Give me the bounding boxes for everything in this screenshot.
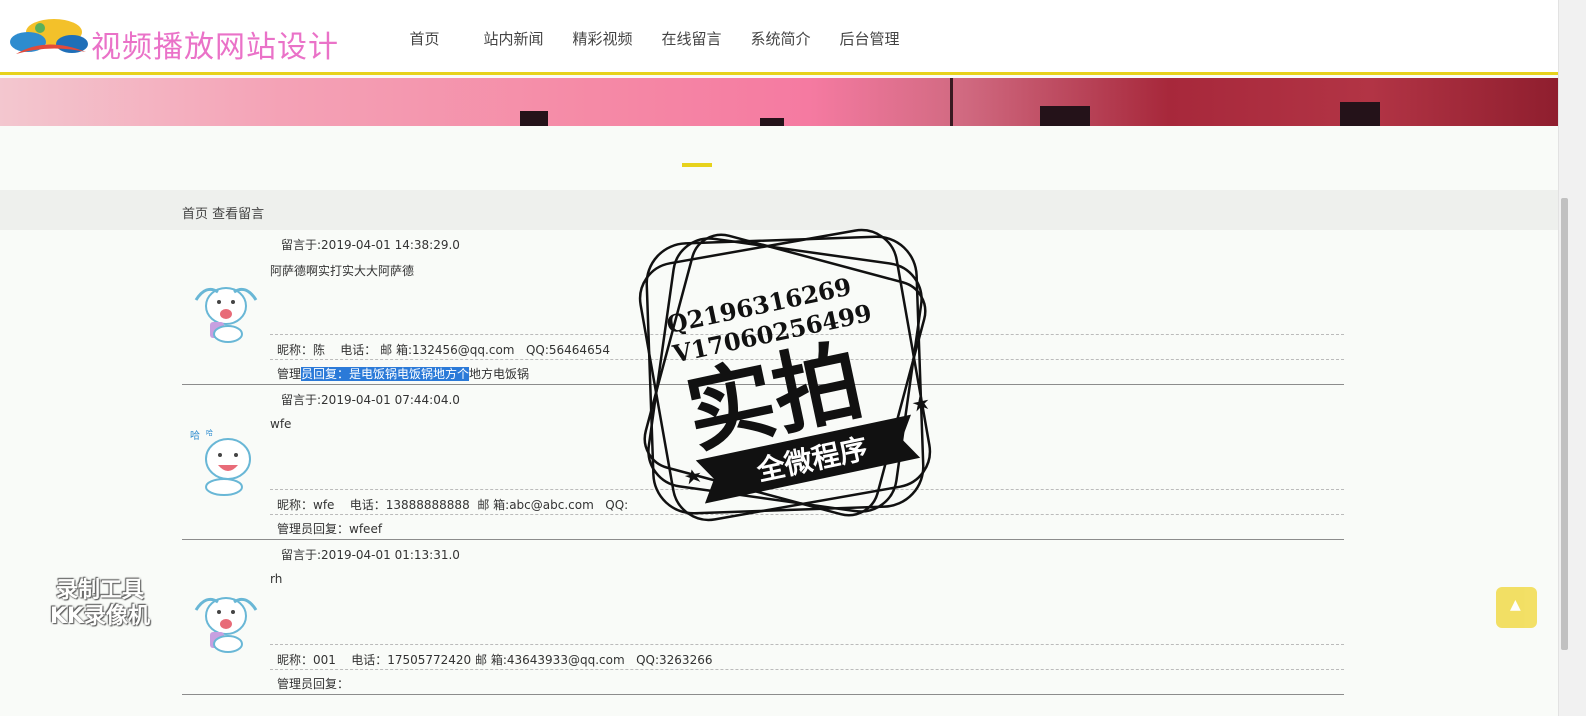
qq-value: 56464654 <box>548 343 610 357</box>
arrow-up-icon: ▲ <box>1510 597 1521 613</box>
reply-selected-text: 员回复：是电饭锅电饭锅地方个 <box>301 367 470 381</box>
nav-item-about[interactable]: 系统简介 <box>736 28 825 49</box>
breadcrumb-home[interactable]: 首页 <box>182 207 208 222</box>
recorder-watermark: 录制工具 KK录像机 <box>30 578 170 630</box>
avatar <box>194 597 258 653</box>
page-scrollbar[interactable] <box>1558 0 1586 716</box>
nav-item-news[interactable]: 站内新闻 <box>469 28 558 49</box>
phone-label: 电话： <box>351 653 388 667</box>
nickname-label: 昵称： <box>277 653 314 667</box>
page: 视频播放网站设计 首页 站内新闻 精彩视频 在线留言 系统简介 后台管理 首页 … <box>0 0 1586 716</box>
message-time: 留言于:2019-04-01 07:44:04.0 <box>281 393 460 407</box>
reply-prefix: 管理员回复： <box>277 677 350 691</box>
breadcrumb-current: 查看留言 <box>212 207 265 222</box>
reply-suffix: wfeef <box>349 522 383 536</box>
stamp-watermark: Q2196316269 V17060256499 实拍 全微程序 <box>638 228 932 522</box>
carousel-indicator[interactable] <box>682 163 712 167</box>
svg-text:哈: 哈 <box>190 429 200 442</box>
email-label: 邮 箱: <box>380 343 412 357</box>
main-nav: 首页 站内新闻 精彩视频 在线留言 系统简介 后台管理 <box>380 28 914 49</box>
nickname-label: 昵称： <box>277 498 314 512</box>
breadcrumb: 首页 查看留言 <box>182 203 264 222</box>
qq-value: 3263266 <box>659 653 713 667</box>
message-item: 留言于:2019-04-01 01:13:31.0 rh 昵称：001 电话：1… <box>182 540 1344 695</box>
message-content: rh <box>270 572 283 586</box>
phone-label: 电话： <box>340 343 377 357</box>
reply-suffix: 地方电饭锅 <box>469 367 530 381</box>
recorder-line-1: 录制工具 <box>55 578 144 603</box>
admin-reply: 管理员回复：wfeef <box>277 520 382 537</box>
recorder-line-2: KK录像机 <box>49 604 151 629</box>
email-value: 132456@qq.com <box>412 343 515 357</box>
message-time: 留言于:2019-04-01 14:38:29.0 <box>281 238 460 252</box>
nickname-label: 昵称： <box>277 343 314 357</box>
nickname-value: 陈 <box>313 343 326 357</box>
back-to-top-button[interactable]: ▲ <box>1496 587 1537 628</box>
email-value: 43643933@qq.com <box>506 653 625 667</box>
nav-item-videos[interactable]: 精彩视频 <box>558 28 647 49</box>
admin-reply: 管理员回复： <box>277 675 349 692</box>
message-info: 昵称：001 电话：17505772420 邮 箱:43643933@qq.co… <box>270 644 1344 670</box>
site-header: 视频播放网站设计 首页 站内新闻 精彩视频 在线留言 系统简介 后台管理 <box>0 0 1558 75</box>
avatar: 哈 哈 <box>190 428 251 496</box>
reply-prefix: 管理员回复： <box>277 522 350 536</box>
message-time: 留言于:2019-04-01 01:13:31.0 <box>281 548 460 562</box>
phone-value: 13888888888 <box>385 498 470 512</box>
email-label: 邮 箱: <box>477 498 510 512</box>
email-label: 邮 箱: <box>475 653 507 667</box>
banner-image <box>0 78 1558 126</box>
qq-label: QQ: <box>525 343 549 357</box>
phone-value: 17505772420 <box>387 653 472 667</box>
email-value: abc@abc.com <box>509 498 594 512</box>
message-content: wfe <box>270 417 292 431</box>
nickname-value: 001 <box>313 653 336 667</box>
reply-prefix: 管理 <box>277 367 302 381</box>
message-content: 阿萨德啊实打实大大阿萨德 <box>270 264 415 278</box>
nav-item-admin[interactable]: 后台管理 <box>825 28 914 49</box>
svg-text:哈: 哈 <box>206 428 213 437</box>
admin-reply: 管理员回复：是电饭锅电饭锅地方个地方电饭锅 <box>277 365 529 382</box>
site-title: 视频播放网站设计 <box>91 30 339 65</box>
nav-item-guestbook[interactable]: 在线留言 <box>647 28 736 49</box>
qq-label: QQ: <box>636 653 660 667</box>
site-logo <box>10 19 88 54</box>
nickname-value: wfe <box>313 498 335 512</box>
scrollbar-thumb[interactable] <box>1561 198 1568 650</box>
phone-label: 电话： <box>349 498 386 512</box>
nav-item-home[interactable]: 首页 <box>380 28 469 49</box>
avatar <box>194 287 258 343</box>
